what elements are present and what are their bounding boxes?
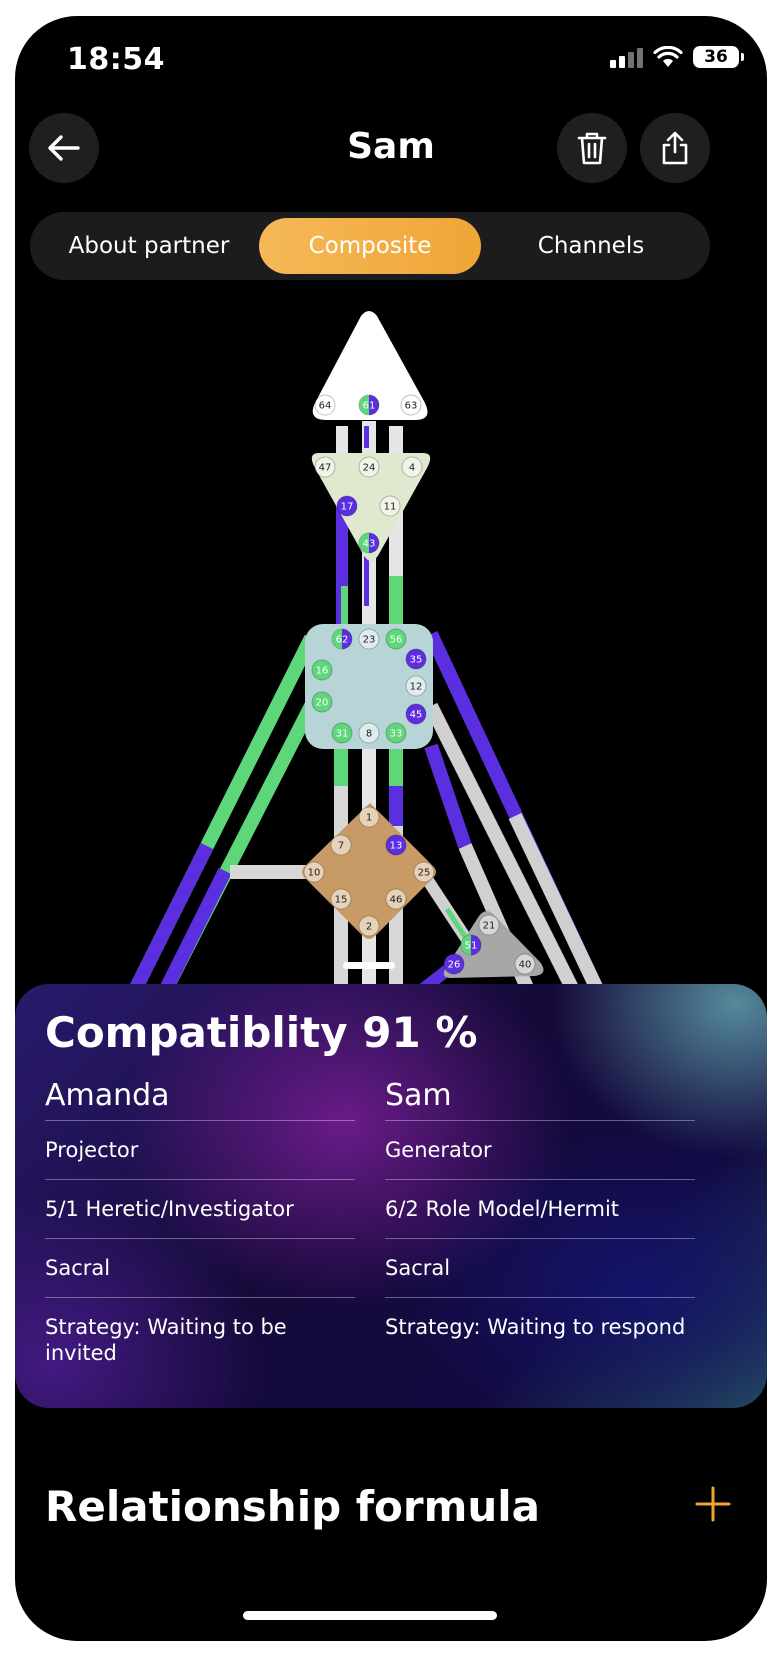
gate-label: 35 (410, 655, 423, 666)
gate-12[interactable]: 12 (405, 675, 427, 697)
relationship-formula-title: Relationship formula (45, 1482, 541, 1531)
gate-label: 4 (409, 463, 415, 474)
partner-strategy: Strategy: Waiting to be invited (45, 1315, 287, 1365)
gate-23[interactable]: 23 (358, 628, 380, 650)
gate-label: 47 (319, 463, 332, 474)
gate-label: 63 (405, 401, 418, 412)
gate-33[interactable]: 33 (385, 722, 407, 744)
gate-21[interactable]: 21 (478, 914, 500, 936)
gate-label: 21 (483, 921, 496, 932)
bodygraph-chart: 64 61 6347 24 417 114362 23 56163512204531 8 3317… (120, 311, 612, 1016)
gate-label: 51 (465, 941, 478, 952)
gate-17[interactable]: 17 (336, 495, 358, 517)
gate-20[interactable]: 20 (311, 691, 333, 713)
gate-label: 17 (341, 502, 354, 513)
partner-profile: 5/1 Heretic/Investigator (45, 1180, 355, 1239)
gate-63[interactable]: 63 (400, 394, 422, 416)
gate-label: 13 (390, 841, 403, 852)
gate-43[interactable]: 43 (358, 532, 380, 554)
phone-screen: 18:54 36 Sam About partner Composite Cha… (15, 16, 767, 1641)
gate-2[interactable]: 2 (358, 915, 380, 937)
gate-label: 15 (335, 895, 348, 906)
gate-35[interactable]: 35 (405, 648, 427, 670)
status-bar: 18:54 36 (15, 16, 767, 106)
gate-label: 31 (336, 729, 349, 740)
share-icon (662, 131, 688, 165)
gate-label: 40 (519, 960, 532, 971)
gate-62[interactable]: 62 (331, 628, 353, 650)
compatibility-title: Compatiblity 91 % (45, 1008, 478, 1057)
partner-authority: Sacral (385, 1239, 695, 1298)
compatibility-card: Compatiblity 91 % Amanda Projector 5/1 H… (15, 984, 767, 1408)
partner-strategy: Strategy: Waiting to respond (385, 1315, 686, 1339)
gate-40[interactable]: 40 (514, 953, 536, 975)
share-button[interactable] (640, 113, 710, 183)
wifi-icon (653, 46, 683, 67)
gate-4[interactable]: 4 (401, 456, 423, 478)
gate-8[interactable]: 8 (358, 722, 380, 744)
gate-label: 23 (363, 635, 376, 646)
gate-45[interactable]: 45 (405, 703, 427, 725)
gate-label: 26 (448, 960, 461, 971)
gate-label: 56 (390, 635, 403, 646)
gate-label: 45 (410, 710, 423, 721)
gate-64[interactable]: 64 (314, 394, 336, 416)
gate-label: 64 (319, 401, 332, 412)
gate-label: 62 (336, 635, 349, 646)
signal-icon (610, 46, 643, 68)
gate-label: 25 (418, 868, 431, 879)
partner-name: Amanda (45, 1072, 355, 1121)
delete-button[interactable] (557, 113, 627, 183)
gate-label: 46 (390, 895, 403, 906)
gate-label: 24 (363, 463, 376, 474)
gate-25[interactable]: 25 (413, 861, 435, 883)
partner-profile: 6/2 Role Model/Hermit (385, 1180, 695, 1239)
gate-label: 1 (366, 813, 372, 824)
tab-switcher: About partner Composite Channels (30, 212, 710, 280)
partner-name: Sam (385, 1072, 695, 1121)
gate-15[interactable]: 15 (330, 888, 352, 910)
gate-label: 8 (366, 729, 372, 740)
gate-46[interactable]: 46 (385, 888, 407, 910)
tab-composite[interactable]: Composite (259, 218, 481, 274)
gate-label: 16 (316, 666, 329, 677)
trash-icon (577, 132, 607, 165)
gate-51[interactable]: 51 (460, 934, 482, 956)
home-indicator (243, 1611, 497, 1620)
gate-label: 11 (384, 502, 397, 513)
partner-type: Generator (385, 1121, 695, 1180)
gate-label: 2 (366, 922, 372, 933)
gate-label: 20 (316, 698, 329, 709)
gate-13[interactable]: 13 (385, 834, 407, 856)
gate-10[interactable]: 10 (303, 861, 325, 883)
gate-label: 33 (390, 729, 403, 740)
drag-handle[interactable] (343, 962, 395, 969)
plus-icon[interactable] (693, 1484, 733, 1524)
gate-31[interactable]: 31 (331, 722, 353, 744)
partner-type: Projector (45, 1121, 355, 1180)
gate-11[interactable]: 11 (379, 495, 401, 517)
status-icons: 36 (610, 46, 744, 68)
tab-channels[interactable]: Channels (480, 218, 702, 274)
partner-authority: Sacral (45, 1239, 355, 1298)
gate-label: 12 (410, 682, 423, 693)
gate-47[interactable]: 47 (314, 456, 336, 478)
gate-label: 61 (363, 401, 376, 412)
gate-24[interactable]: 24 (358, 456, 380, 478)
gate-label: 43 (363, 539, 376, 550)
gate-label: 10 (308, 868, 321, 879)
gate-56[interactable]: 56 (385, 628, 407, 650)
gate-7[interactable]: 7 (330, 834, 352, 856)
gate-label: 7 (338, 841, 344, 852)
battery-icon: 36 (693, 46, 744, 68)
partner-left-column: Amanda Projector 5/1 Heretic/Investigato… (45, 1072, 355, 1366)
partner-right-column: Sam Generator 6/2 Role Model/Hermit Sacr… (385, 1072, 695, 1340)
gate-1[interactable]: 1 (358, 806, 380, 828)
gate-16[interactable]: 16 (311, 659, 333, 681)
gate-26[interactable]: 26 (443, 953, 465, 975)
gate-61[interactable]: 61 (358, 394, 380, 416)
status-time: 18:54 (67, 42, 165, 77)
tab-about-partner[interactable]: About partner (38, 218, 260, 274)
